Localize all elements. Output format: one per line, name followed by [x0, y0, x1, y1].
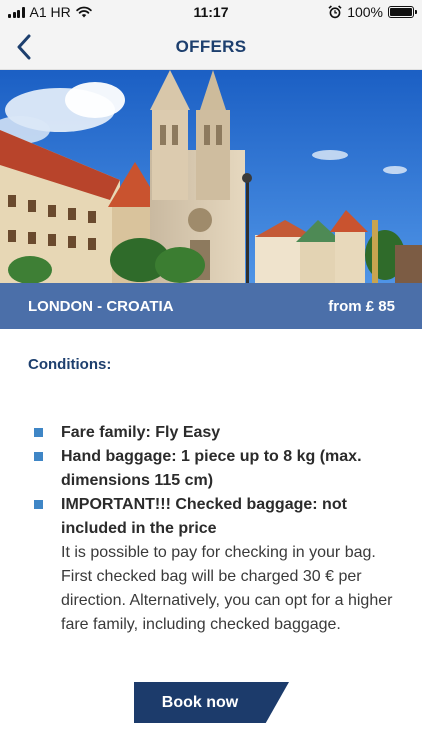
condition-title: Hand baggage: 1 piece up to 8 kg (max. d… [61, 448, 362, 489]
signal-icon [8, 6, 25, 18]
bullet-icon [34, 428, 43, 437]
route-price: from £ 85 [328, 297, 395, 315]
book-now-button[interactable]: Book now [134, 682, 289, 723]
page-title: OFFERS [175, 36, 247, 56]
conditions-section: Conditions: Fare family: Fly Easy Hand b… [0, 329, 422, 637]
route-bar: LONDON - CROATIA from £ 85 [0, 283, 422, 329]
conditions-list: Fare family: Fly Easy Hand baggage: 1 pi… [28, 421, 394, 637]
status-bar: A1 HR 11:17 100% [0, 0, 422, 24]
condition-description: It is possible to pay for checking in yo… [61, 544, 393, 633]
list-item: Hand baggage: 1 piece up to 8 kg (max. d… [28, 445, 394, 493]
condition-title: Fare family: Fly Easy [61, 424, 221, 441]
bullet-icon [34, 452, 43, 461]
list-item: IMPORTANT!!! Checked baggage: not includ… [28, 493, 394, 637]
wifi-icon [76, 6, 92, 18]
status-right: 100% [328, 4, 417, 20]
hero-image [0, 70, 422, 283]
zagreb-cathedral-illustration [0, 70, 422, 283]
battery-icon [388, 6, 417, 18]
bullet-icon [34, 500, 43, 509]
conditions-title: Conditions: [28, 356, 112, 373]
book-now-label: Book now [161, 693, 239, 711]
route-name: LONDON - CROATIA [28, 297, 174, 315]
list-item: Fare family: Fly Easy [28, 421, 394, 445]
battery-percent: 100% [347, 4, 383, 20]
carrier-label: A1 HR [29, 4, 71, 20]
chevron-left-icon [17, 34, 31, 60]
alarm-icon [328, 5, 342, 19]
nav-bar: OFFERS [0, 24, 422, 70]
back-button[interactable] [6, 29, 42, 65]
status-left: A1 HR [8, 4, 92, 20]
condition-title: IMPORTANT!!! Checked baggage: not includ… [61, 496, 347, 537]
